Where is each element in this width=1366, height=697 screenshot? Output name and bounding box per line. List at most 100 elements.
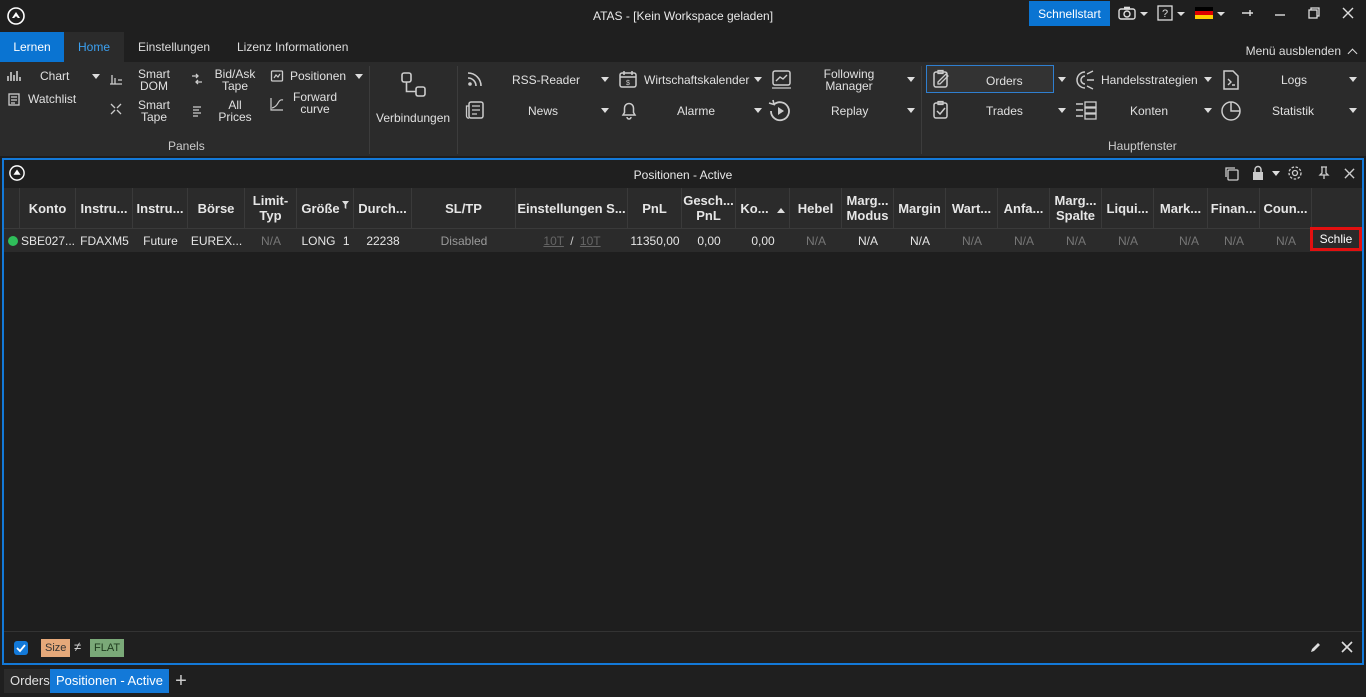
column-header-exchange[interactable]: Börse bbox=[188, 188, 245, 228]
pin-icon bbox=[1240, 6, 1254, 23]
cell-size: LONG 1 bbox=[297, 229, 354, 253]
chevron-down-icon bbox=[601, 108, 609, 113]
column-header-sltp[interactable]: SL/TP bbox=[412, 188, 516, 228]
quickstart-button[interactable]: Schnellstart bbox=[1029, 1, 1110, 26]
chevron-down-icon[interactable] bbox=[1058, 77, 1066, 82]
pin-window-button[interactable] bbox=[1240, 4, 1254, 24]
column-header-finance[interactable]: Finan... bbox=[1208, 188, 1260, 228]
column-header-limit-type[interactable]: Limit- Typ bbox=[245, 188, 297, 228]
position-direction: LONG bbox=[301, 234, 336, 248]
column-header-mark[interactable]: Mark... bbox=[1154, 188, 1208, 228]
help-button[interactable]: ? bbox=[1157, 4, 1185, 24]
svg-text:$: $ bbox=[626, 80, 630, 87]
positions-icon bbox=[270, 69, 284, 83]
chevron-down-icon bbox=[1349, 77, 1357, 82]
filter-operator[interactable]: ≠ bbox=[74, 639, 81, 654]
chevron-down-icon bbox=[1140, 12, 1148, 16]
column-header-settings-sl[interactable]: Einstellungen S... bbox=[516, 188, 628, 228]
language-button[interactable] bbox=[1195, 4, 1225, 24]
column-header-status[interactable] bbox=[4, 188, 20, 228]
chevron-down-icon[interactable] bbox=[1272, 171, 1280, 176]
following-manager-icon bbox=[771, 69, 793, 89]
chevron-down-icon bbox=[1177, 12, 1185, 16]
column-header-closed-pnl[interactable]: Gesch... PnL bbox=[682, 188, 736, 228]
column-header-instrument[interactable]: Instru... bbox=[76, 188, 133, 228]
ribbon: Chart Watchlist Smart DOM Smart Tape Bid… bbox=[0, 62, 1366, 156]
column-header-wart[interactable]: Wart... bbox=[946, 188, 998, 228]
trades-label: Trades bbox=[986, 104, 1023, 118]
pie-chart-icon bbox=[1220, 100, 1242, 122]
tab-settings[interactable]: Einstellungen bbox=[124, 32, 224, 62]
maximize-button[interactable] bbox=[1308, 4, 1320, 24]
take-profit-ticks-link[interactable]: 10T bbox=[580, 234, 601, 248]
svg-text:?: ? bbox=[1162, 8, 1168, 20]
panels-group-label: Panels bbox=[168, 139, 205, 153]
tab-home[interactable]: Home bbox=[64, 32, 125, 62]
edit-filter-icon[interactable] bbox=[1309, 641, 1322, 654]
cell-instrument: FDAXM5 bbox=[80, 234, 129, 248]
ribbon-separator bbox=[921, 66, 922, 154]
stop-loss-ticks-link[interactable]: 10T bbox=[543, 234, 563, 248]
size-header-label: Größe bbox=[301, 200, 340, 216]
rss-label: RSS-Reader bbox=[512, 73, 581, 87]
column-header-pnl[interactable]: PnL bbox=[628, 188, 682, 228]
checkmark-icon bbox=[16, 644, 26, 653]
close-icon[interactable] bbox=[1341, 641, 1353, 653]
tab-orders[interactable]: Orders bbox=[4, 669, 56, 693]
orders-icon bbox=[931, 69, 951, 89]
column-header-commission[interactable]: Ko... bbox=[736, 188, 790, 228]
watchlist-label: Watchlist bbox=[28, 92, 77, 106]
forward-curve-icon bbox=[270, 97, 284, 111]
filter-field-chip[interactable]: Size bbox=[41, 639, 71, 657]
column-header-margin-column[interactable]: Marg... Spalte bbox=[1050, 188, 1102, 228]
cell-finance: N/A bbox=[1223, 234, 1244, 248]
tab-positions-active[interactable]: Positionen - Active bbox=[50, 669, 169, 693]
title-bar: ATAS - [Kein Workspace geladen] Schnells… bbox=[0, 0, 1366, 32]
chart-label: Chart bbox=[40, 69, 70, 83]
logs-label: Logs bbox=[1281, 73, 1308, 87]
column-header-account[interactable]: Konto bbox=[20, 188, 76, 228]
chevron-down-icon bbox=[754, 108, 762, 113]
ribbon-orders[interactable]: Orders bbox=[926, 65, 1054, 93]
grid-header: Konto Instru... Instru... Börse Limit- T… bbox=[4, 188, 1362, 228]
column-header-liquidation[interactable]: Liqui... bbox=[1102, 188, 1154, 228]
column-header-margin-mode[interactable]: Marg... Modus bbox=[842, 188, 894, 228]
filter-bar: Size ≠ FLAT bbox=[4, 631, 1362, 663]
column-header-instrument-type[interactable]: Instru... bbox=[133, 188, 188, 228]
column-header-leverage[interactable]: Hebel bbox=[790, 188, 842, 228]
screenshot-button[interactable] bbox=[1118, 4, 1148, 24]
bid-ask-tape-icon bbox=[190, 72, 204, 86]
column-header-size[interactable]: Größe bbox=[297, 188, 354, 228]
ribbon-separator bbox=[369, 66, 370, 154]
column-header-anfa[interactable]: Anfa... bbox=[998, 188, 1050, 228]
gear-icon[interactable] bbox=[1287, 165, 1303, 181]
cell-pnl: 11350,00 bbox=[630, 234, 680, 248]
add-tab-button[interactable]: + bbox=[166, 669, 196, 693]
following-manager-label: Following Manager bbox=[823, 67, 875, 93]
statistics-label: Statistik bbox=[1272, 104, 1315, 118]
filter-icon bbox=[341, 197, 349, 212]
table-row[interactable]: SBE027... FDAXM5 Future EUREX... N/A LON… bbox=[4, 228, 1362, 252]
chevron-down-icon bbox=[907, 77, 915, 82]
minimize-button[interactable] bbox=[1274, 4, 1286, 24]
duplicate-icon[interactable] bbox=[1224, 166, 1240, 182]
tab-license-info[interactable]: Lizenz Informationen bbox=[223, 32, 362, 62]
chart-icon bbox=[7, 70, 21, 82]
forward-curve-label: Forward curve bbox=[292, 90, 337, 116]
close-position-button[interactable]: Schlie bbox=[1310, 227, 1362, 251]
filter-enabled-checkbox[interactable] bbox=[14, 641, 28, 655]
column-header-avg-price[interactable]: Durch... bbox=[354, 188, 412, 228]
close-window-button[interactable] bbox=[1342, 4, 1354, 24]
cell-margin-mode: N/A bbox=[857, 234, 878, 248]
hide-ribbon-button[interactable]: Menü ausblenden bbox=[1246, 44, 1358, 58]
close-icon[interactable] bbox=[1344, 168, 1355, 179]
pin-icon[interactable] bbox=[1318, 166, 1330, 180]
column-header-margin[interactable]: Margin bbox=[894, 188, 946, 228]
accounts-icon bbox=[1074, 100, 1098, 120]
help-icon: ? bbox=[1157, 4, 1173, 24]
filter-value-chip[interactable]: FLAT bbox=[90, 639, 125, 657]
tab-learn[interactable]: Lernen bbox=[0, 32, 64, 62]
lock-icon[interactable] bbox=[1251, 165, 1265, 181]
column-header-counterparty[interactable]: Coun... bbox=[1260, 188, 1312, 228]
cell-margin-column: N/A bbox=[1065, 234, 1086, 248]
